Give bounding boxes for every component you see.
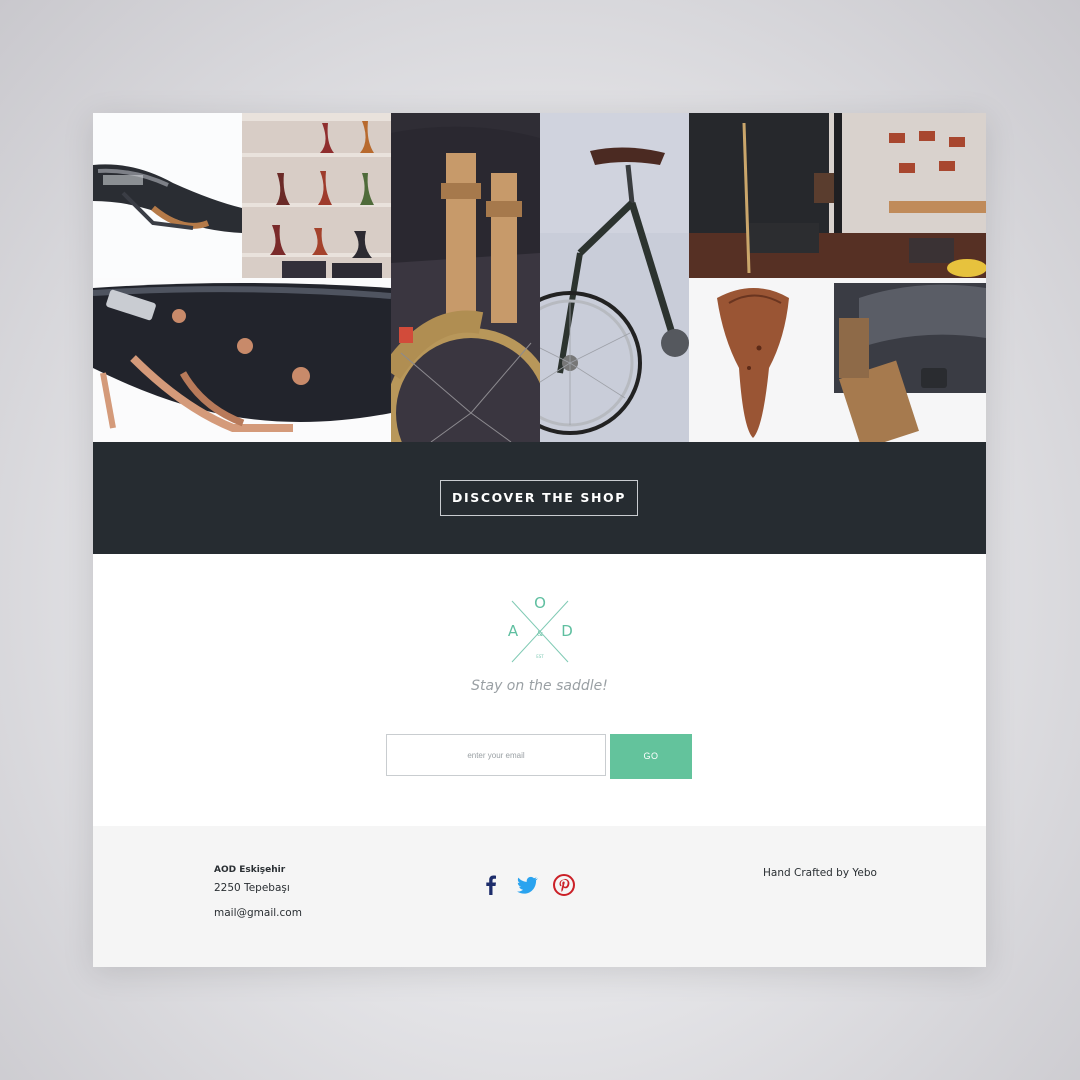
address-line: 2250 Tepebaşı — [214, 882, 290, 894]
logo-letter-o: O — [534, 596, 546, 612]
logo-est: EST — [536, 654, 544, 659]
tagline: Stay on the saddle! — [471, 678, 608, 694]
twitter-icon[interactable] — [515, 873, 539, 897]
bike-bag-photo[interactable] — [391, 113, 540, 442]
footer: AOD Eskişehir 2250 Tepebaşı mail@gmail.c… — [93, 826, 986, 967]
address-name: AOD Eskişehir — [214, 865, 286, 875]
cta-band: DISCOVER THE SHOP — [93, 442, 986, 554]
photo-gallery — [93, 113, 986, 442]
saddle-wall-display-photo[interactable] — [242, 113, 391, 278]
brooks-saddle-black-photo[interactable] — [93, 113, 242, 278]
shop-interior-photo[interactable] — [689, 113, 986, 278]
newsletter-section: O A D & EST Stay on the saddle! enter yo… — [93, 554, 986, 826]
facebook-icon[interactable] — [479, 873, 503, 897]
logo-letter-a: A — [508, 622, 519, 640]
road-bike-photo[interactable] — [540, 113, 689, 442]
tan-saddle-and-bag-photo[interactable] — [689, 278, 986, 442]
website-page: DISCOVER THE SHOP O A D & EST Stay on th… — [93, 113, 986, 967]
logo-ampersand: & — [537, 630, 543, 638]
go-button[interactable]: GO — [610, 734, 692, 779]
brooks-saddle-closeup-photo[interactable] — [93, 278, 391, 442]
email-field[interactable]: enter your email — [386, 734, 606, 776]
contact-email-link[interactable]: mail@gmail.com — [214, 907, 302, 919]
discover-shop-button[interactable]: DISCOVER THE SHOP — [440, 480, 638, 516]
credit-text: Hand Crafted by Yebo — [763, 867, 877, 879]
logo-letter-d: D — [561, 622, 573, 640]
pinterest-icon[interactable] — [552, 873, 576, 897]
aod-logo-icon: O A D & EST — [507, 594, 573, 668]
